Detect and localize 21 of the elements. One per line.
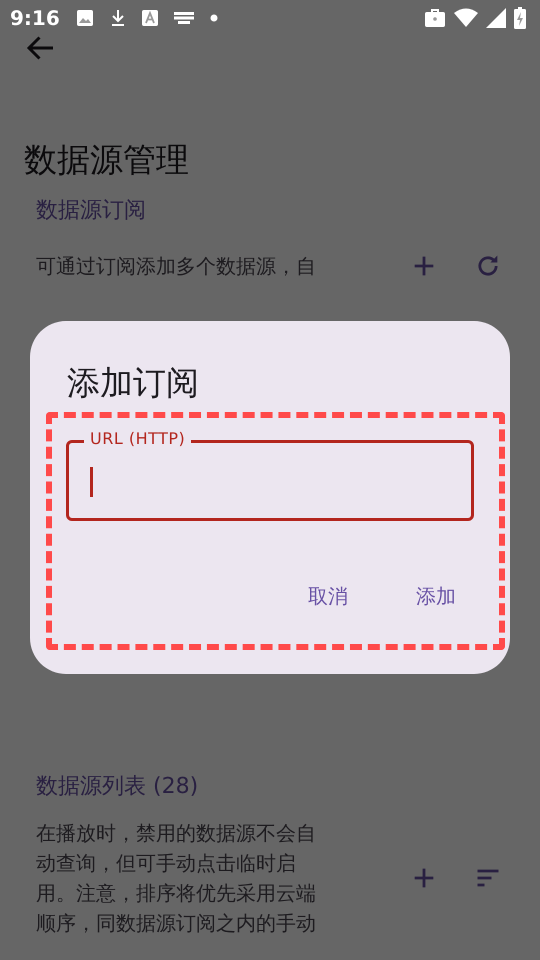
section-title: 数据源订阅 xyxy=(36,197,147,225)
section-title: 数据源列表 (28) xyxy=(36,773,200,801)
dialog-title: 添加订阅 xyxy=(67,363,200,403)
wifi-icon xyxy=(454,8,478,28)
download-icon xyxy=(110,9,126,27)
description-line: 在播放时，禁用的数据源不会自 xyxy=(36,820,317,847)
description-line: 用。注意，排序将优先采用云端 xyxy=(36,880,317,907)
description-line: 顺序，同数据源订阅之内的手动 xyxy=(36,910,317,937)
dialog-button[interactable]: 添加 xyxy=(406,572,466,619)
description-line: 可通过订阅添加多个数据源，自 xyxy=(36,253,317,280)
briefcase-icon xyxy=(424,8,446,28)
dialog-button[interactable]: 取消 xyxy=(298,572,358,619)
description-line: 动查询，但可手动点击临时启 xyxy=(36,850,297,877)
status-time: 9:16 xyxy=(10,5,60,32)
dot-icon xyxy=(210,14,218,22)
font-icon xyxy=(142,10,158,26)
battery-icon xyxy=(514,7,526,29)
page-title: 数据源管理 xyxy=(24,139,190,181)
image-icon xyxy=(76,9,94,27)
signal-icon xyxy=(486,8,506,28)
keyboard-icon xyxy=(174,12,194,24)
